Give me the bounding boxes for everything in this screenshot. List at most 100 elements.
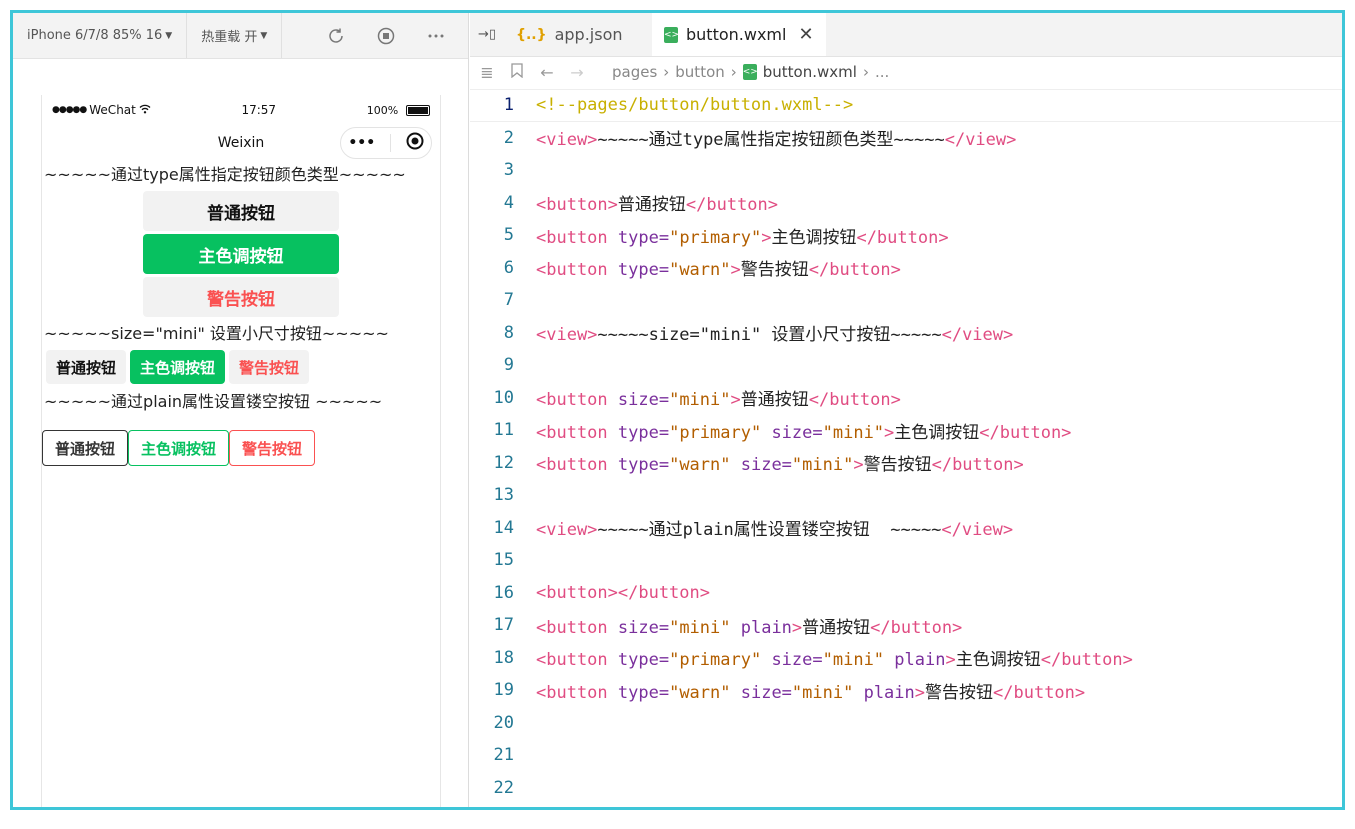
code-token: ~~~~~通过plain属性设置镂空按钮 ~~~~~ <box>597 520 942 541</box>
close-icon[interactable]: ✕ <box>798 24 813 45</box>
back-arrow-icon[interactable]: ← <box>538 63 556 82</box>
code-line[interactable]: 13 <box>470 479 1342 512</box>
mini-default-button[interactable]: 普通按钮 <box>46 350 127 384</box>
device-select[interactable]: iPhone 6/7/8 85% 16 ▼ <box>13 13 188 58</box>
nav-title: Weixin <box>217 135 265 151</box>
code-line[interactable]: 4 <button>普通按钮</button> <box>470 187 1342 220</box>
chevron-right-icon: › <box>730 63 737 81</box>
line-number: 9 <box>503 355 514 376</box>
primary-button[interactable]: 主色调按钮 <box>143 234 339 274</box>
capsule-close-button[interactable] <box>406 132 424 154</box>
breadcrumb-item[interactable]: pages <box>612 63 657 81</box>
code-line[interactable]: 17 <button size="mini" plain>普通按钮</button… <box>470 609 1342 642</box>
code-token: 主色调按钮 <box>771 227 857 248</box>
plain-default-button[interactable]: 普通按钮 <box>42 430 129 466</box>
chevron-right-icon: › <box>862 63 869 81</box>
code-token: <button <box>536 390 618 411</box>
mini-primary-button[interactable]: 主色调按钮 <box>130 350 226 384</box>
code-line[interactable]: 11 <button type="primary" size="mini">主色调… <box>470 414 1342 447</box>
code-line[interactable]: 1 <!--pages/button/button.wxml--> <box>470 89 1342 122</box>
code-token: > <box>884 422 895 443</box>
code-line[interactable]: 8 <view>~~~~~size="mini" 设置小尺寸按钮~~~~~</vi… <box>470 317 1342 350</box>
code-token: > <box>914 682 926 703</box>
chevron-down-icon: ▼ <box>260 30 268 41</box>
code-token: 警告按钮 <box>740 260 809 281</box>
forward-arrow-icon[interactable]: → <box>568 63 586 82</box>
tab-label: app.json <box>554 25 623 44</box>
code-line[interactable]: 18 <button type="primary" size="mini" pla… <box>470 642 1342 675</box>
warn-button[interactable]: 警告按钮 <box>143 277 339 317</box>
plain-warn-button[interactable]: 警告按钮 <box>229 430 316 466</box>
code-token: </button> <box>931 455 1024 476</box>
code-line[interactable]: 16 <button></button> <box>470 577 1342 610</box>
line-source: <!--pages/button/button.wxml--> <box>514 95 853 115</box>
code-token: type= <box>617 260 670 281</box>
breadcrumb-item[interactable]: button.wxml <box>763 63 857 81</box>
stop-icon[interactable] <box>372 22 400 50</box>
code-token: plain <box>884 650 946 671</box>
code-token: <button <box>536 682 618 703</box>
code-token: </button> <box>856 227 949 248</box>
line-source: <button size="mini">普通按钮</button> <box>514 385 901 410</box>
tab-app-json[interactable]: {..} app.json <box>504 13 652 56</box>
code-token: <!--pages/button/button.wxml--> <box>536 95 854 116</box>
default-button[interactable]: 普通按钮 <box>143 191 339 231</box>
code-token: type= <box>617 227 670 248</box>
carrier-label: WeChat <box>89 103 136 117</box>
code-token: "primary" <box>669 650 762 671</box>
code-line[interactable]: 20 <box>470 707 1342 740</box>
code-token: "mini" <box>669 617 731 638</box>
capsule-more-button[interactable]: ••• <box>348 135 375 151</box>
hot-reload-select[interactable]: 热重载 开 ▼ <box>187 13 283 58</box>
code-token: > <box>945 650 956 671</box>
breadcrumb-item[interactable]: ... <box>875 63 889 81</box>
code-token: </view> <box>944 130 1017 151</box>
collapse-sidebar-icon[interactable]: →▯ <box>470 13 504 56</box>
page-content: ~~~~~通过type属性指定按钮颜色类型~~~~~ 普通按钮 主色调按钮 警告… <box>42 161 440 466</box>
editor-panel: →▯ {..} app.json <> button.wxml ✕ ≣ ← → … <box>470 13 1342 807</box>
line-source: <button></button> <box>514 583 710 603</box>
code-line[interactable]: 9 <box>470 349 1342 382</box>
breadcrumb: pages › button › <> button.wxml › ... <box>612 63 889 81</box>
device-select-label: iPhone 6/7/8 85% 16 <box>27 28 163 43</box>
code-token: <button></button> <box>536 582 710 603</box>
code-token: type= <box>617 650 670 671</box>
tab-button-wxml[interactable]: <> button.wxml ✕ <box>652 13 826 56</box>
more-icon[interactable] <box>422 22 450 50</box>
breadcrumb-bar: ≣ ← → pages › button › <> button.wxml › … <box>470 57 1342 87</box>
code-line[interactable]: 7 <box>470 284 1342 317</box>
navigation-bar: Weixin ••• <box>42 125 440 161</box>
code-line[interactable]: 5 <button type="primary">主色调按钮</button> <box>470 219 1342 252</box>
line-number: 1 <box>503 95 514 116</box>
code-line[interactable]: 12 <button type="warn" size="mini">警告按钮</… <box>470 447 1342 480</box>
line-number: 2 <box>503 127 514 148</box>
code-token: type= <box>617 422 670 443</box>
line-number: 11 <box>493 420 514 441</box>
code-token: size= <box>617 617 670 638</box>
code-line[interactable]: 3 <box>470 154 1342 187</box>
line-source: <button type="primary" size="mini" plain… <box>514 645 1133 670</box>
code-line[interactable]: 10 <button size="mini">普通按钮</button> <box>470 382 1342 415</box>
line-number: 12 <box>493 452 514 473</box>
mini-warn-button[interactable]: 警告按钮 <box>229 350 310 384</box>
code-line[interactable]: 6 <button type="warn">警告按钮</button> <box>470 252 1342 285</box>
code-line[interactable]: 14 <view>~~~~~通过plain属性设置镂空按钮 ~~~~~</view… <box>470 512 1342 545</box>
code-token: 普通按钮 <box>740 390 809 411</box>
outline-icon[interactable]: ≣ <box>478 63 496 82</box>
code-line[interactable]: 15 <box>470 544 1342 577</box>
code-token: ~~~~~size="mini" 设置小尺寸按钮~~~~~ <box>597 325 942 346</box>
json-file-icon: {..} <box>516 26 547 43</box>
code-token: </button> <box>979 422 1072 443</box>
code-line[interactable]: 19 <button type="warn" size="mini" plain>… <box>470 674 1342 707</box>
plain-primary-button[interactable]: 主色调按钮 <box>128 430 230 466</box>
breadcrumb-item[interactable]: button <box>675 63 724 81</box>
code-line[interactable]: 21 <box>470 739 1342 772</box>
bookmark-icon[interactable] <box>508 62 526 82</box>
code-line[interactable]: 2 <view>~~~~~通过type属性指定按钮颜色类型~~~~~</view> <box>470 122 1342 155</box>
line-source: <view>~~~~~通过plain属性设置镂空按钮 ~~~~~</view> <box>514 515 1013 540</box>
code-line[interactable]: 22 <box>470 772 1342 805</box>
line-number: 13 <box>493 485 514 506</box>
code-token: <button <box>536 455 618 476</box>
refresh-icon[interactable] <box>322 22 350 50</box>
code-editor[interactable]: 1 <!--pages/button/button.wxml--> 2 <view>~… <box>470 89 1342 807</box>
